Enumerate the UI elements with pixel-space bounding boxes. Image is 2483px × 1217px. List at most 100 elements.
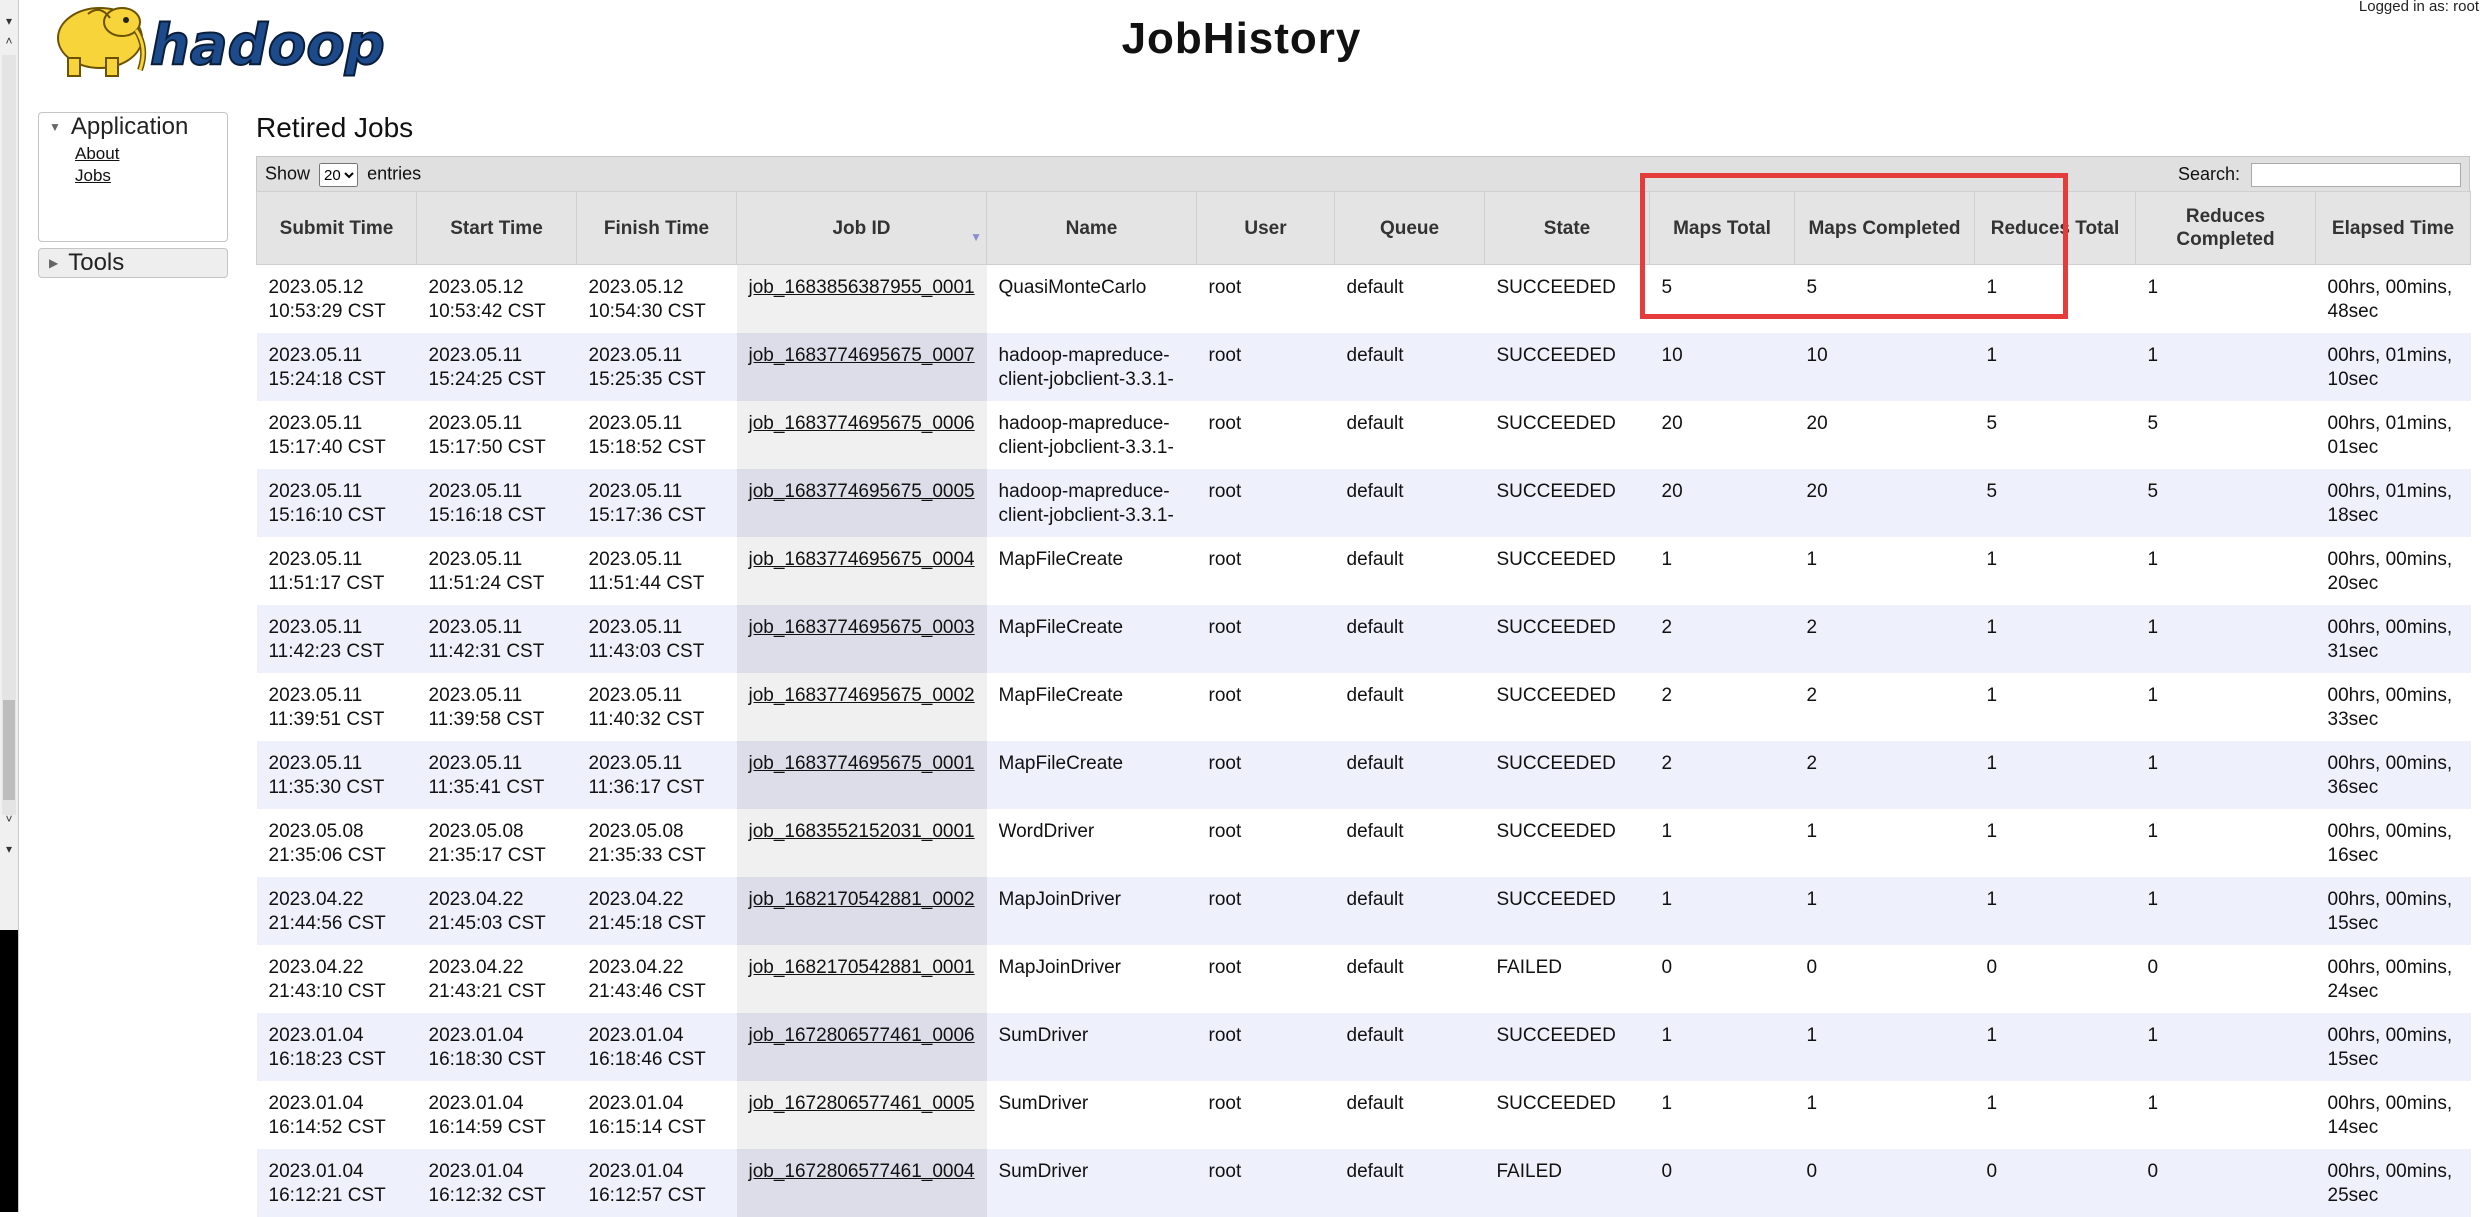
elapsed-time-cell: 00hrs, 00mins, 48sec (2316, 265, 2471, 334)
job-id-link[interactable]: job_1683774695675_0005 (749, 481, 975, 502)
job-name-text: SumDriver (999, 1024, 1185, 1048)
column-header[interactable]: Queue (1335, 192, 1485, 265)
table-body: 2023.05.12 10:53:29 CST2023.05.12 10:53:… (257, 265, 2471, 1217)
job-id-link[interactable]: job_1672806577461_0006 (749, 1025, 975, 1046)
column-header-label: User (1244, 218, 1286, 239)
table-row[interactable]: 2023.01.04 16:12:21 CST2023.01.04 16:12:… (257, 1149, 2471, 1217)
start-time-cell: 2023.05.11 11:39:58 CST (417, 673, 577, 741)
job-id-link[interactable]: job_1683774695675_0006 (749, 413, 975, 434)
sidebar-link-jobs[interactable]: Jobs (75, 165, 227, 187)
table-row[interactable]: 2023.05.11 11:39:51 CST2023.05.11 11:39:… (257, 673, 2471, 741)
reduces-total-cell: 1 (1975, 741, 2136, 809)
maps-completed-cell: 1 (1795, 809, 1975, 877)
user-cell: root (1197, 809, 1335, 877)
column-header[interactable]: Finish Time (577, 192, 737, 265)
job-id-link[interactable]: job_1683774695675_0001 (749, 753, 975, 774)
column-header-label: Maps Total (1673, 218, 1771, 239)
maps-completed-cell: 20 (1795, 469, 1975, 537)
entries-select[interactable]: 20 (319, 163, 358, 187)
maps-completed-cell: 1 (1795, 877, 1975, 945)
job-id-cell: job_1682170542881_0001 (737, 945, 987, 1013)
sidebar-section-tools[interactable]: ▶ Tools (38, 248, 228, 278)
state-cell: SUCCEEDED (1485, 605, 1650, 673)
column-header[interactable]: Reduces Total (1975, 192, 2136, 265)
job-name-cell: MapFileCreate (987, 741, 1197, 809)
sidebar-link-about[interactable]: About (75, 143, 227, 165)
table-row[interactable]: 2023.01.04 16:18:23 CST2023.01.04 16:18:… (257, 1013, 2471, 1081)
maps-total-cell: 2 (1650, 673, 1795, 741)
job-id-cell: job_1683856387955_0001 (737, 265, 987, 334)
maps-total-cell: 1 (1650, 1081, 1795, 1149)
job-id-link[interactable]: job_1682170542881_0002 (749, 889, 975, 910)
job-id-link[interactable]: job_1683856387955_0001 (749, 277, 975, 298)
job-id-link[interactable]: job_1683774695675_0002 (749, 685, 975, 706)
reduces-completed-cell: 1 (2136, 333, 2316, 401)
queue-cell: default (1335, 741, 1485, 809)
reduces-total-cell: 1 (1975, 809, 2136, 877)
column-header[interactable]: Elapsed Time (2316, 192, 2471, 265)
job-id-link[interactable]: job_1683774695675_0007 (749, 345, 975, 366)
elapsed-time-cell: 00hrs, 00mins, 36sec (2316, 741, 2471, 809)
state-cell: SUCCEEDED (1485, 537, 1650, 605)
column-header[interactable]: State (1485, 192, 1650, 265)
column-header[interactable]: User (1197, 192, 1335, 265)
job-name-text: hadoop-mapreduce-client-jobclient-3.3.1- (999, 344, 1185, 392)
table-row[interactable]: 2023.05.11 15:17:40 CST2023.05.11 15:17:… (257, 401, 2471, 469)
column-header-label: Maps Completed (1808, 218, 1960, 239)
job-id-cell: job_1683774695675_0007 (737, 333, 987, 401)
table-row[interactable]: 2023.04.22 21:43:10 CST2023.04.22 21:43:… (257, 945, 2471, 1013)
job-id-link[interactable]: job_1683774695675_0004 (749, 549, 975, 570)
table-row[interactable]: 2023.05.11 11:42:23 CST2023.05.11 11:42:… (257, 605, 2471, 673)
table-row[interactable]: 2023.04.22 21:44:56 CST2023.04.22 21:45:… (257, 877, 2471, 945)
scrollbar-thumb[interactable] (3, 700, 15, 800)
job-name-text: SumDriver (999, 1160, 1185, 1184)
triangle-down-icon: ▼ (49, 120, 61, 134)
reduces-completed-cell: 5 (2136, 401, 2316, 469)
reduces-total-cell: 0 (1975, 1149, 2136, 1217)
elapsed-time-cell: 00hrs, 00mins, 14sec (2316, 1081, 2471, 1149)
maps-total-cell: 10 (1650, 333, 1795, 401)
user-cell: root (1197, 537, 1335, 605)
reduces-total-cell: 1 (1975, 537, 2136, 605)
column-header[interactable]: Start Time (417, 192, 577, 265)
column-header-label: State (1544, 218, 1590, 239)
table-row[interactable]: 2023.05.11 15:16:10 CST2023.05.11 15:16:… (257, 469, 2471, 537)
table-row[interactable]: 2023.05.11 11:35:30 CST2023.05.11 11:35:… (257, 741, 2471, 809)
job-id-cell: job_1672806577461_0005 (737, 1081, 987, 1149)
reduces-total-cell: 5 (1975, 401, 2136, 469)
job-id-link[interactable]: job_1672806577461_0005 (749, 1093, 975, 1114)
maps-total-cell: 0 (1650, 1149, 1795, 1217)
job-id-link[interactable]: job_1683552152031_0001 (749, 821, 975, 842)
job-id-link[interactable]: job_1682170542881_0001 (749, 957, 975, 978)
chevron-down-icon[interactable]: ˅ (0, 812, 18, 826)
os-dark-area (0, 930, 18, 1212)
reduces-total-cell: 1 (1975, 877, 2136, 945)
reduces-completed-cell: 1 (2136, 537, 2316, 605)
table-row[interactable]: 2023.01.04 16:14:52 CST2023.01.04 16:14:… (257, 1081, 2471, 1149)
column-header[interactable]: Submit Time (257, 192, 417, 265)
queue-cell: default (1335, 673, 1485, 741)
show-entries: Show 20 entries (265, 163, 421, 187)
table-row[interactable]: 2023.05.08 21:35:06 CST2023.05.08 21:35:… (257, 809, 2471, 877)
column-header[interactable]: Job ID▼ (737, 192, 987, 265)
submit-time-cell: 2023.04.22 21:44:56 CST (257, 877, 417, 945)
user-cell: root (1197, 877, 1335, 945)
job-name-text: WordDriver (999, 820, 1185, 844)
column-header[interactable]: Maps Completed (1795, 192, 1975, 265)
sidebar-header-application[interactable]: ▼ Application (39, 113, 227, 141)
job-id-link[interactable]: job_1672806577461_0004 (749, 1161, 975, 1182)
column-header[interactable]: Name (987, 192, 1197, 265)
reduces-completed-cell: 0 (2136, 1149, 2316, 1217)
maps-total-cell: 20 (1650, 401, 1795, 469)
submit-time-cell: 2023.05.11 15:16:10 CST (257, 469, 417, 537)
job-id-link[interactable]: job_1683774695675_0003 (749, 617, 975, 638)
search-input[interactable] (2251, 163, 2461, 187)
column-header[interactable]: Reduces Completed (2136, 192, 2316, 265)
table-row[interactable]: 2023.05.11 15:24:18 CST2023.05.11 15:24:… (257, 333, 2471, 401)
queue-cell: default (1335, 401, 1485, 469)
column-header[interactable]: Maps Total (1650, 192, 1795, 265)
table-row[interactable]: 2023.05.12 10:53:29 CST2023.05.12 10:53:… (257, 265, 2471, 334)
chevron-down-icon[interactable]: ▾ (0, 842, 18, 856)
reduces-total-cell: 0 (1975, 945, 2136, 1013)
table-row[interactable]: 2023.05.11 11:51:17 CST2023.05.11 11:51:… (257, 537, 2471, 605)
